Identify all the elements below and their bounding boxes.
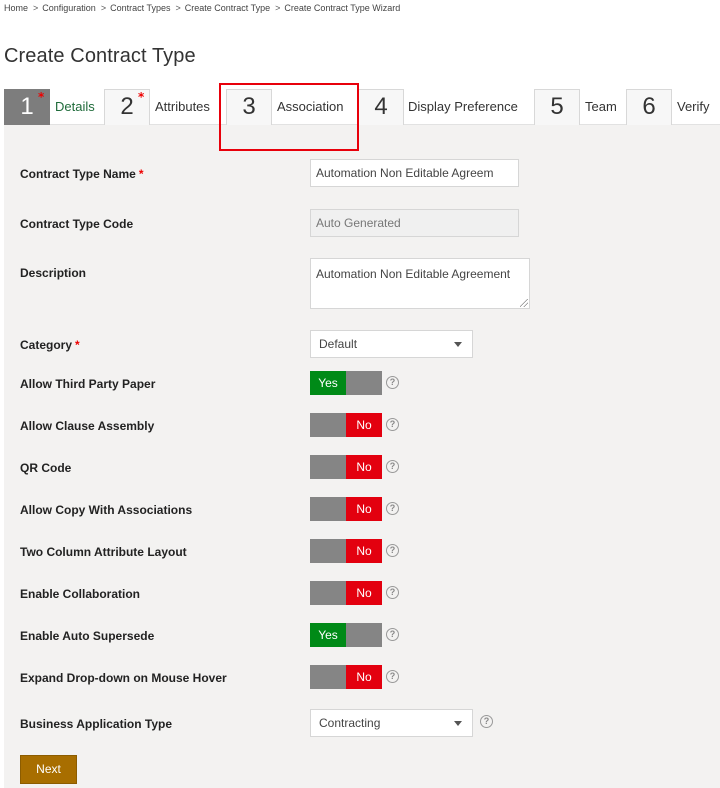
- required-asterisk: *: [75, 338, 80, 352]
- description-textarea[interactable]: Automation Non Editable Agreement: [310, 258, 530, 309]
- toggle-label: Enable Collaboration: [20, 587, 141, 601]
- help-icon[interactable]: ?: [386, 544, 399, 557]
- required-asterisk: *: [38, 90, 45, 104]
- toggle-knob: [310, 497, 346, 521]
- toggle-label: Allow Clause Assembly: [20, 419, 155, 433]
- breadcrumb-current: Create Contract Type Wizard: [284, 3, 401, 13]
- business-application-type-label: Business Application Type: [20, 717, 173, 731]
- wizard-step-display-preference[interactable]: 4 Display Preference: [358, 89, 536, 145]
- breadcrumb-separator: >: [275, 3, 281, 13]
- step-number: 6: [642, 93, 656, 120]
- toggle-switch[interactable]: No: [310, 497, 382, 521]
- description-value: Automation Non Editable Agreement: [316, 267, 511, 281]
- contract-type-code-input: Auto Generated: [310, 209, 519, 237]
- help-icon[interactable]: ?: [386, 376, 399, 389]
- toggle-knob: [310, 539, 346, 563]
- breadcrumb-separator: >: [33, 3, 39, 13]
- business-application-type-value: Contracting: [319, 716, 381, 730]
- breadcrumb: Home > Configuration > Contract Types > Create…: [4, 3, 400, 13]
- wizard-step-verify[interactable]: 6 Verify: [626, 89, 720, 145]
- toggle-knob: [310, 413, 346, 437]
- toggle-state-yes: Yes: [310, 623, 346, 647]
- toggle-state-no: No: [346, 581, 382, 605]
- step-label: Association: [277, 99, 344, 114]
- help-icon[interactable]: ?: [386, 460, 399, 473]
- description-label: Description: [20, 266, 87, 280]
- required-asterisk: *: [138, 90, 145, 104]
- breadcrumb-create-contract-type[interactable]: Create Contract Type: [185, 3, 270, 13]
- breadcrumb-contract-types[interactable]: Contract Types: [110, 3, 170, 13]
- toggle-switch[interactable]: Yes: [310, 371, 382, 395]
- chevron-down-icon: [454, 721, 462, 726]
- toggle-state-no: No: [346, 539, 382, 563]
- help-icon[interactable]: ?: [386, 628, 399, 641]
- page-title: Create Contract Type: [4, 45, 196, 67]
- resize-handle[interactable]: [520, 299, 528, 307]
- step-number: 5: [550, 93, 564, 120]
- wizard-steps: 1 * Details 2 * Attributes 3 Association…: [4, 89, 720, 145]
- toggle-label: QR Code: [20, 461, 72, 475]
- required-asterisk: *: [138, 167, 144, 181]
- help-icon[interactable]: ?: [386, 502, 399, 515]
- toggle-label: Enable Auto Supersede: [20, 629, 155, 643]
- help-icon[interactable]: ?: [480, 715, 493, 728]
- contract-type-name-label: Contract Type Name *: [20, 167, 144, 181]
- form-panel: Contract Type Name * Automation Non Edita…: [4, 125, 720, 788]
- toggle-state-no: No: [346, 497, 382, 521]
- toggle-switch[interactable]: No: [310, 665, 382, 689]
- toggle-knob: [310, 581, 346, 605]
- step-label: Team: [585, 99, 617, 114]
- step-label: Attributes: [155, 99, 210, 114]
- toggle-switch[interactable]: No: [310, 539, 382, 563]
- step-label: Display Preference: [408, 99, 518, 114]
- toggle-label: Two Column Attribute Layout: [20, 545, 187, 559]
- business-application-type-select[interactable]: Contracting: [310, 709, 473, 737]
- wizard-step-team[interactable]: 5 Team: [534, 89, 628, 145]
- step-label: Details: [55, 99, 95, 114]
- next-button[interactable]: Next: [20, 755, 77, 784]
- toggle-knob: [310, 665, 346, 689]
- category-label: Category *: [20, 338, 80, 352]
- category-value: Default: [319, 337, 358, 351]
- contract-type-name-input[interactable]: Automation Non Editable Agreem: [310, 159, 519, 187]
- step-number: 4: [374, 93, 388, 120]
- toggle-label: Expand Drop-down on Mouse Hover: [20, 671, 227, 685]
- wizard-step-details[interactable]: 1 * Details: [4, 89, 104, 145]
- toggle-knob: [346, 371, 382, 395]
- category-select[interactable]: Default: [310, 330, 473, 358]
- help-icon[interactable]: ?: [386, 586, 399, 599]
- breadcrumb-configuration[interactable]: Configuration: [42, 3, 96, 13]
- toggle-state-no: No: [346, 413, 382, 437]
- breadcrumb-separator: >: [100, 3, 107, 13]
- help-icon[interactable]: ?: [386, 670, 399, 683]
- chevron-down-icon: [454, 342, 462, 347]
- toggle-state-no: No: [346, 665, 382, 689]
- contract-type-code-label: Contract Type Code: [20, 217, 134, 231]
- breadcrumb-home[interactable]: Home: [4, 3, 28, 13]
- toggle-state-no: No: [346, 455, 382, 479]
- toggle-label: Allow Third Party Paper: [20, 377, 156, 391]
- step-label: Verify: [677, 99, 710, 114]
- toggle-label: Allow Copy With Associations: [20, 503, 193, 517]
- breadcrumb-separator: >: [175, 3, 181, 13]
- toggle-switch[interactable]: No: [310, 581, 382, 605]
- step-number: 3: [242, 93, 256, 120]
- wizard-step-attributes[interactable]: 2 * Attributes: [104, 89, 222, 145]
- wizard-step-association[interactable]: 3 Association: [226, 89, 360, 145]
- toggle-switch[interactable]: No: [310, 455, 382, 479]
- toggle-switch[interactable]: Yes: [310, 623, 382, 647]
- toggle-knob: [310, 455, 346, 479]
- toggle-switch[interactable]: No: [310, 413, 382, 437]
- toggle-knob: [346, 623, 382, 647]
- toggle-state-yes: Yes: [310, 371, 346, 395]
- help-icon[interactable]: ?: [386, 418, 399, 431]
